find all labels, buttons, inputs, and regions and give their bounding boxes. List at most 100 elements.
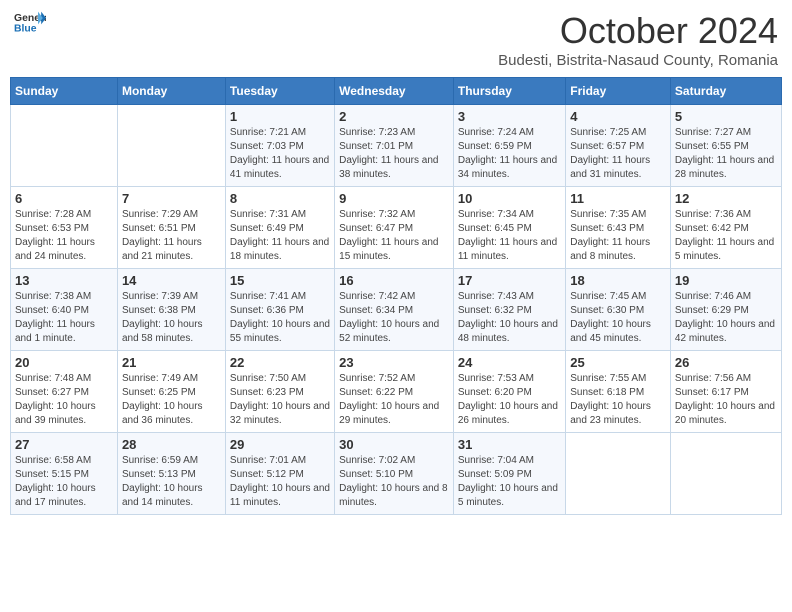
calendar-table: SundayMondayTuesdayWednesdayThursdayFrid… (10, 77, 782, 515)
day-number: 3 (458, 109, 561, 124)
day-number: 7 (122, 191, 221, 206)
day-number: 9 (339, 191, 449, 206)
day-info: Sunrise: 7:43 AMSunset: 6:32 PMDaylight:… (458, 290, 561, 346)
day-info: Sunrise: 7:21 AMSunset: 7:03 PMDaylight:… (230, 126, 330, 182)
day-info: Sunrise: 7:34 AMSunset: 6:45 PMDaylight:… (458, 208, 561, 264)
day-number: 15 (230, 273, 330, 288)
calendar-cell: 21 Sunrise: 7:49 AMSunset: 6:25 PMDayligh… (117, 351, 225, 433)
calendar-cell: 4Sunrise: 7:25 AMSunset: 6:57 PMDaylight… (566, 105, 671, 187)
day-info: Sunrise: 7:02 AMSunset: 5:10 PMDaylight:… (339, 454, 449, 510)
calendar-week-row: 1 Sunrise: 7:21 AMSunset: 7:03 PMDaylight… (11, 105, 782, 187)
day-number: 4 (570, 109, 666, 124)
calendar-header-row: SundayMondayTuesdayWednesdayThursdayFrid… (11, 78, 782, 105)
day-info: Sunrise: 7:35 AMSunset: 6:43 PMDaylight:… (570, 208, 666, 264)
day-number: 21 (122, 355, 221, 370)
day-info: Sunrise: 7:56 AMSunset: 6:17 PMDaylight:… (675, 372, 777, 428)
calendar-cell: 23 Sunrise: 7:52 AMSunset: 6:22 PMDayligh… (335, 351, 454, 433)
calendar-cell: 16 Sunrise: 7:42 AMSunset: 6:34 PMDayligh… (335, 269, 454, 351)
calendar-cell: 1 Sunrise: 7:21 AMSunset: 7:03 PMDaylight… (225, 105, 334, 187)
calendar-cell: 7 Sunrise: 7:29 AMSunset: 6:51 PMDaylight… (117, 187, 225, 269)
day-number: 22 (230, 355, 330, 370)
calendar-cell: 3Sunrise: 7:24 AMSunset: 6:59 PMDaylight… (453, 105, 565, 187)
day-number: 6 (15, 191, 113, 206)
logo-icon: General Blue (14, 10, 46, 38)
calendar-cell (11, 105, 118, 187)
header-monday: Monday (117, 78, 225, 105)
day-number: 8 (230, 191, 330, 206)
calendar-cell: 24Sunrise: 7:53 AMSunset: 6:20 PMDayligh… (453, 351, 565, 433)
calendar-cell: 13 Sunrise: 7:38 AMSunset: 6:40 PMDayligh… (11, 269, 118, 351)
day-number: 24 (458, 355, 561, 370)
day-info: Sunrise: 7:32 AMSunset: 6:47 PMDaylight:… (339, 208, 449, 264)
day-info: Sunrise: 7:01 AMSunset: 5:12 PMDaylight:… (230, 454, 330, 510)
calendar-cell (566, 433, 671, 515)
location-subtitle: Budesti, Bistrita-Nasaud County, Romania (498, 52, 778, 69)
calendar-cell (670, 433, 781, 515)
header-thursday: Thursday (453, 78, 565, 105)
calendar-cell: 2 Sunrise: 7:23 AMSunset: 7:01 PMDaylight… (335, 105, 454, 187)
calendar-cell: 15 Sunrise: 7:41 AMSunset: 6:36 PMDayligh… (225, 269, 334, 351)
calendar-cell (117, 105, 225, 187)
day-info: Sunrise: 7:04 AMSunset: 5:09 PMDaylight:… (458, 454, 561, 510)
calendar-cell: 9 Sunrise: 7:32 AMSunset: 6:47 PMDaylight… (335, 187, 454, 269)
calendar-cell: 14 Sunrise: 7:39 AMSunset: 6:38 PMDayligh… (117, 269, 225, 351)
day-number: 25 (570, 355, 666, 370)
calendar-cell: 30 Sunrise: 7:02 AMSunset: 5:10 PMDayligh… (335, 433, 454, 515)
day-number: 31 (458, 437, 561, 452)
calendar-cell: 31 Sunrise: 7:04 AMSunset: 5:09 PMDayligh… (453, 433, 565, 515)
day-info: Sunrise: 7:28 AMSunset: 6:53 PMDaylight:… (15, 208, 113, 264)
calendar-week-row: 6 Sunrise: 7:28 AMSunset: 6:53 PMDaylight… (11, 187, 782, 269)
day-number: 12 (675, 191, 777, 206)
calendar-cell: 8Sunrise: 7:31 AMSunset: 6:49 PMDaylight… (225, 187, 334, 269)
day-number: 29 (230, 437, 330, 452)
day-number: 13 (15, 273, 113, 288)
header-wednesday: Wednesday (335, 78, 454, 105)
day-info: Sunrise: 7:41 AMSunset: 6:36 PMDaylight:… (230, 290, 330, 346)
day-number: 26 (675, 355, 777, 370)
day-number: 17 (458, 273, 561, 288)
calendar-cell: 12 Sunrise: 7:36 AMSunset: 6:42 PMDayligh… (670, 187, 781, 269)
day-number: 5 (675, 109, 777, 124)
header-tuesday: Tuesday (225, 78, 334, 105)
title-block: October 2024 Budesti, Bistrita-Nasaud Co… (498, 10, 778, 69)
day-info: Sunrise: 7:49 AMSunset: 6:25 PMDaylight:… (122, 372, 221, 428)
day-number: 10 (458, 191, 561, 206)
svg-text:Blue: Blue (14, 24, 37, 35)
calendar-cell: 29 Sunrise: 7:01 AMSunset: 5:12 PMDayligh… (225, 433, 334, 515)
day-number: 2 (339, 109, 449, 124)
day-number: 1 (230, 109, 330, 124)
day-info: Sunrise: 7:52 AMSunset: 6:22 PMDaylight:… (339, 372, 449, 428)
calendar-week-row: 20Sunrise: 7:48 AMSunset: 6:27 PMDayligh… (11, 351, 782, 433)
day-info: Sunrise: 7:23 AMSunset: 7:01 PMDaylight:… (339, 126, 449, 182)
day-info: Sunrise: 7:50 AMSunset: 6:23 PMDaylight:… (230, 372, 330, 428)
day-info: Sunrise: 7:36 AMSunset: 6:42 PMDaylight:… (675, 208, 777, 264)
header-friday: Friday (566, 78, 671, 105)
calendar-week-row: 13 Sunrise: 7:38 AMSunset: 6:40 PMDayligh… (11, 269, 782, 351)
day-info: Sunrise: 6:58 AMSunset: 5:15 PMDaylight:… (15, 454, 113, 510)
day-number: 16 (339, 273, 449, 288)
day-info: Sunrise: 7:42 AMSunset: 6:34 PMDaylight:… (339, 290, 449, 346)
day-info: Sunrise: 7:55 AMSunset: 6:18 PMDaylight:… (570, 372, 666, 428)
calendar-cell: 28Sunrise: 6:59 AMSunset: 5:13 PMDayligh… (117, 433, 225, 515)
day-info: Sunrise: 7:29 AMSunset: 6:51 PMDaylight:… (122, 208, 221, 264)
day-number: 30 (339, 437, 449, 452)
day-info: Sunrise: 7:38 AMSunset: 6:40 PMDaylight:… (15, 290, 113, 346)
calendar-cell: 10 Sunrise: 7:34 AMSunset: 6:45 PMDayligh… (453, 187, 565, 269)
calendar-cell: 26 Sunrise: 7:56 AMSunset: 6:17 PMDayligh… (670, 351, 781, 433)
day-number: 27 (15, 437, 113, 452)
calendar-week-row: 27 Sunrise: 6:58 AMSunset: 5:15 PMDayligh… (11, 433, 782, 515)
calendar-cell: 17 Sunrise: 7:43 AMSunset: 6:32 PMDayligh… (453, 269, 565, 351)
day-number: 14 (122, 273, 221, 288)
calendar-cell: 22 Sunrise: 7:50 AMSunset: 6:23 PMDayligh… (225, 351, 334, 433)
day-number: 19 (675, 273, 777, 288)
header-sunday: Sunday (11, 78, 118, 105)
day-number: 28 (122, 437, 221, 452)
calendar-cell: 25 Sunrise: 7:55 AMSunset: 6:18 PMDayligh… (566, 351, 671, 433)
day-info: Sunrise: 7:39 AMSunset: 6:38 PMDaylight:… (122, 290, 221, 346)
calendar-cell: 6 Sunrise: 7:28 AMSunset: 6:53 PMDaylight… (11, 187, 118, 269)
calendar-cell: 27 Sunrise: 6:58 AMSunset: 5:15 PMDayligh… (11, 433, 118, 515)
day-info: Sunrise: 7:48 AMSunset: 6:27 PMDaylight:… (15, 372, 113, 428)
calendar-cell: 11Sunrise: 7:35 AMSunset: 6:43 PMDayligh… (566, 187, 671, 269)
day-info: Sunrise: 7:27 AMSunset: 6:55 PMDaylight:… (675, 126, 777, 182)
day-number: 23 (339, 355, 449, 370)
